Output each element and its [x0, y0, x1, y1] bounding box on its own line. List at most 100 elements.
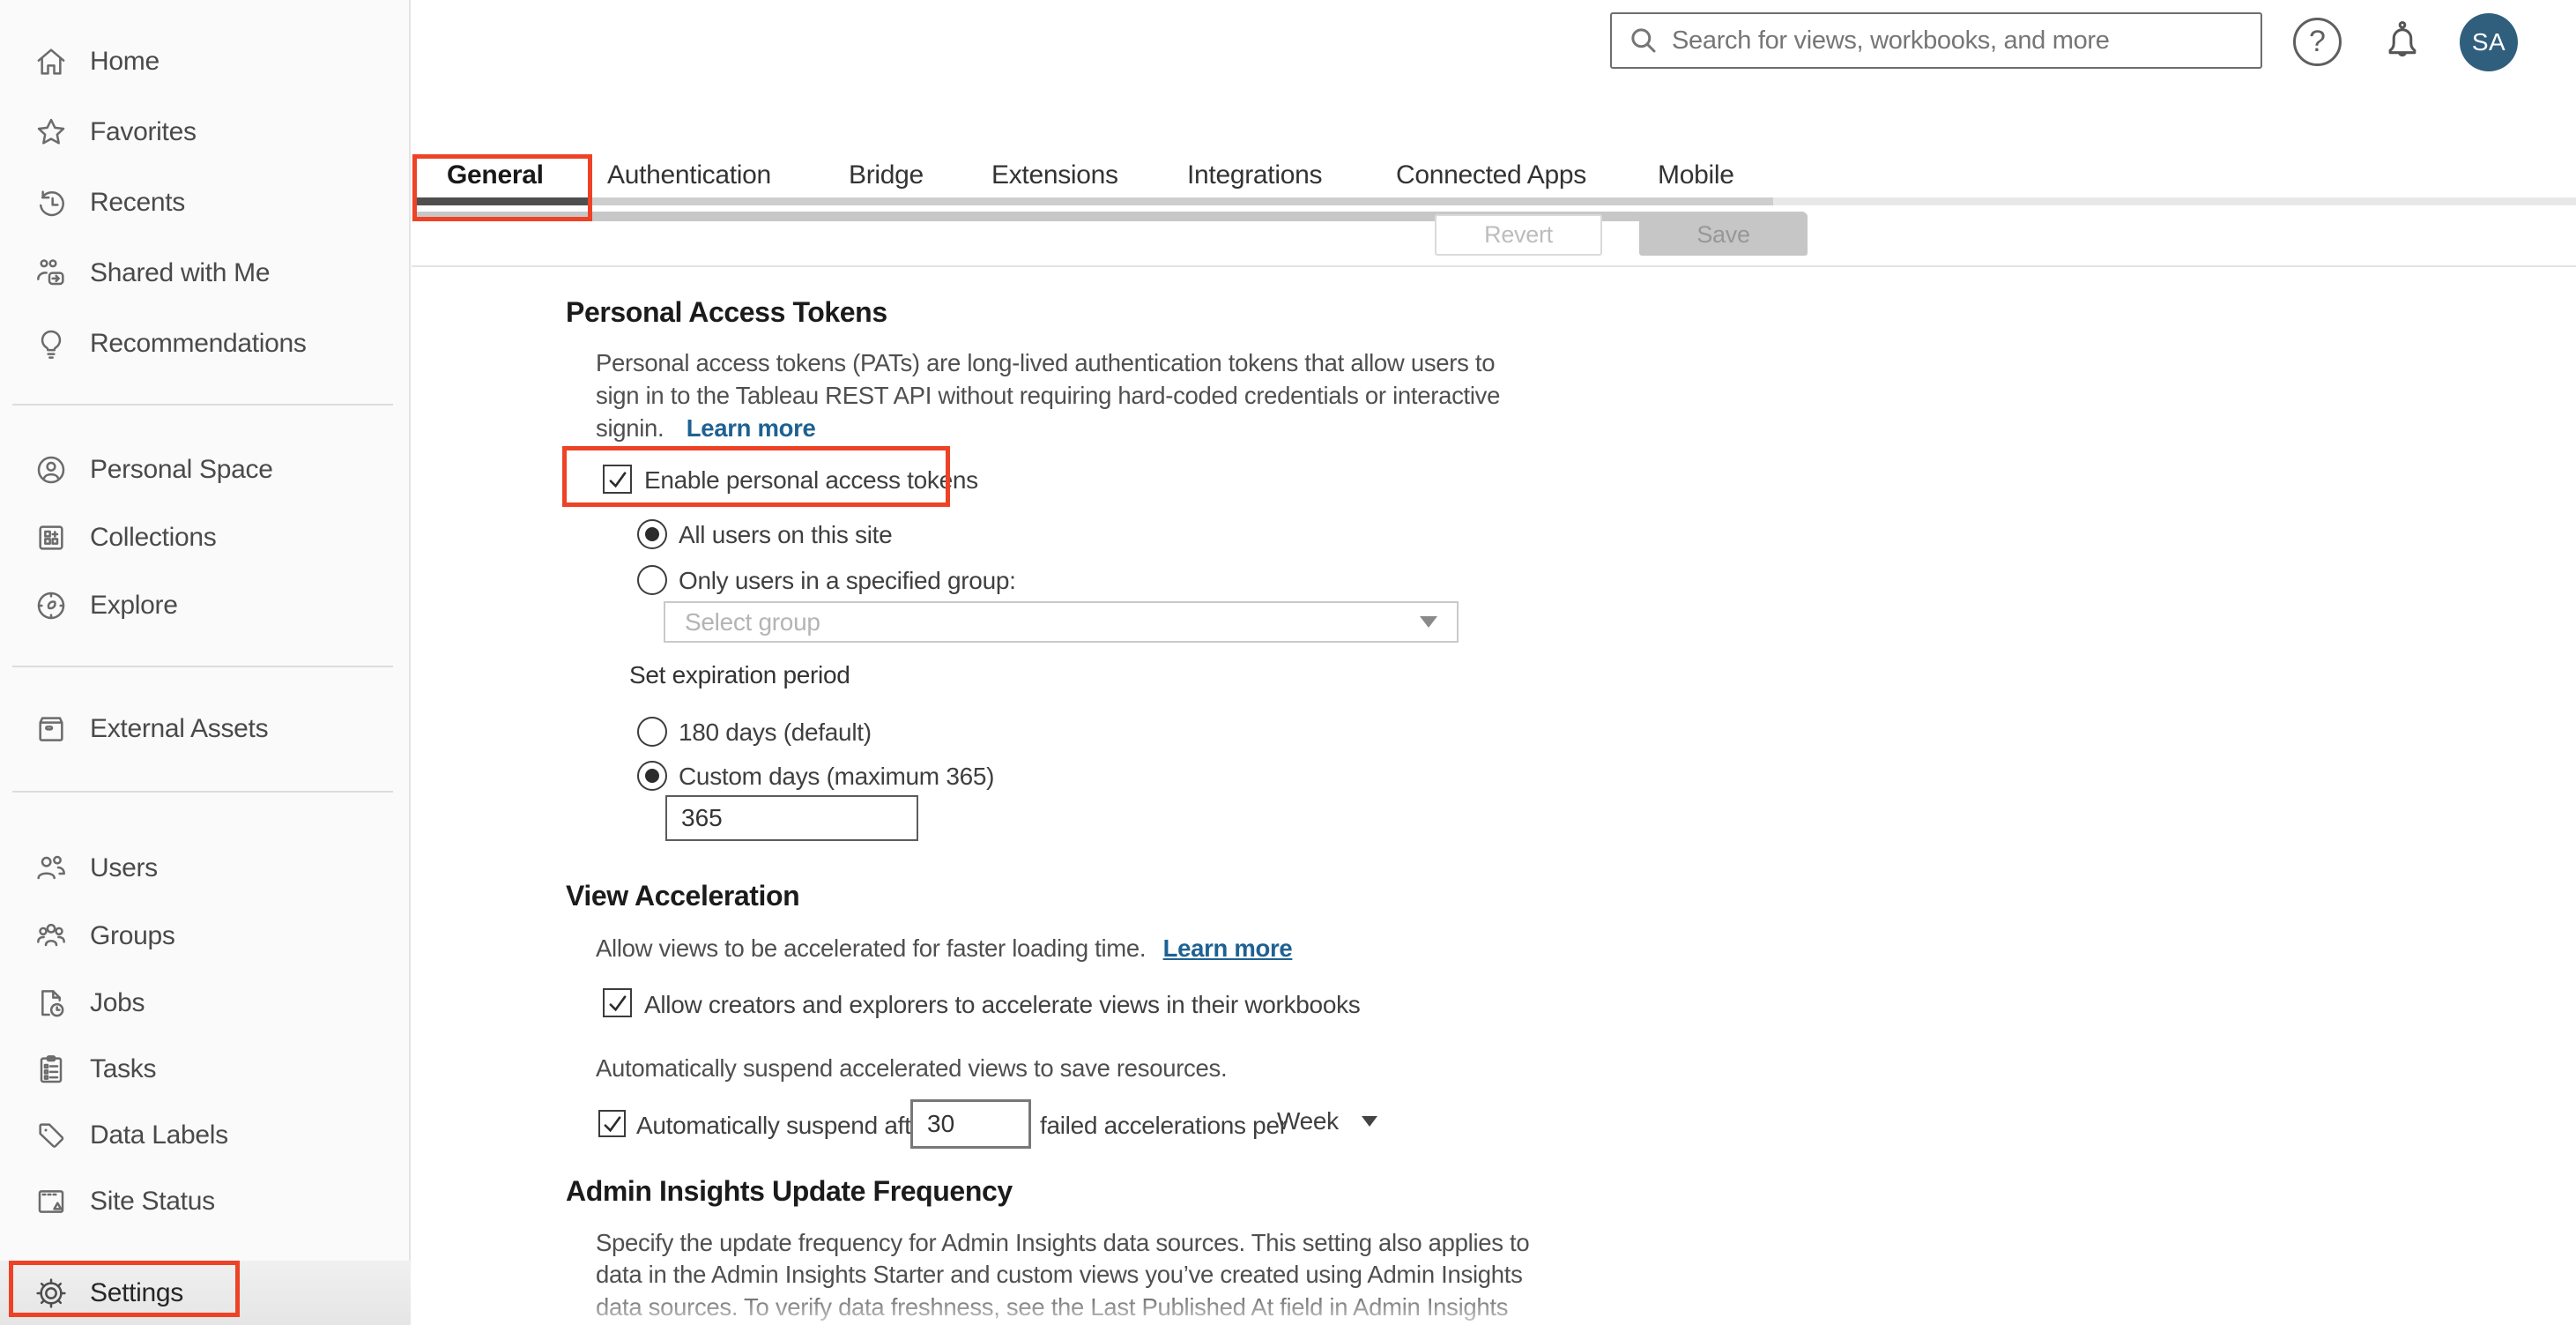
sidebar-item-jobs[interactable]: Jobs: [0, 970, 411, 1037]
sidebar-divider: [12, 666, 393, 667]
radio-custom-days-label[interactable]: Custom days (maximum 365): [679, 763, 994, 791]
view-acceleration-learn-more-link[interactable]: Learn more: [1163, 934, 1293, 962]
admin-insights-description-line: data sources. To verify data freshness, …: [596, 1293, 1509, 1321]
sidebar-item-label: Favorites: [90, 117, 197, 146]
document-clock-icon: [33, 986, 69, 1021]
sidebar-divider: [12, 791, 393, 793]
sidebar-item-recommendations[interactable]: Recommendations: [0, 310, 411, 377]
users-icon: [33, 851, 69, 886]
tab-authentication[interactable]: Authentication: [607, 160, 771, 190]
sidebar-item-recents[interactable]: Recents: [0, 169, 411, 236]
sidebar-item-data-labels[interactable]: Data Labels: [0, 1102, 411, 1169]
revert-button[interactable]: Revert: [1435, 214, 1602, 256]
tab-connected-apps[interactable]: Connected Apps: [1396, 160, 1586, 190]
sidebar-item-label: Recents: [90, 188, 185, 217]
sidebar-item-label: Collections: [90, 523, 217, 552]
shared-people-icon: [33, 256, 69, 291]
save-button[interactable]: Save: [1639, 213, 1808, 256]
tab-bridge[interactable]: Bridge: [849, 160, 924, 190]
failed-accelerations-input[interactable]: [910, 1099, 1031, 1149]
section-title-personal-access-tokens: Personal Access Tokens: [566, 296, 887, 328]
section-title-admin-insights: Admin Insights Update Frequency: [566, 1175, 1013, 1207]
allow-acceleration-checkbox[interactable]: [603, 988, 632, 1017]
sidebar-item-label: Data Labels: [90, 1120, 228, 1150]
compass-icon: [33, 588, 69, 623]
period-dropdown[interactable]: Week: [1277, 1107, 1377, 1135]
tag-icon: [33, 1118, 69, 1153]
checkmark-icon: [609, 471, 626, 488]
sidebar-item-label: Tasks: [90, 1054, 157, 1083]
sidebar-item-favorites[interactable]: Favorites: [0, 99, 411, 166]
period-dropdown-value: Week: [1277, 1107, 1339, 1135]
sidebar-item-label: Shared with Me: [90, 258, 271, 287]
auto-suspend-suffix-label: failed accelerations per: [1040, 1112, 1288, 1139]
auto-suspend-checkbox[interactable]: [598, 1110, 626, 1137]
sidebar-item-label: Personal Space: [90, 455, 273, 484]
radio-all-users-label[interactable]: All users on this site: [679, 521, 893, 549]
sidebar-item-users[interactable]: Users: [0, 835, 411, 902]
sidebar-item-explore[interactable]: Explore: [0, 572, 411, 639]
view-acceleration-description: Allow views to be accelerated for faster…: [596, 934, 1293, 962]
chevron-down-icon: [1420, 616, 1437, 628]
selected-tab-indicator: [414, 197, 592, 205]
sidebar-item-tasks[interactable]: Tasks: [0, 1036, 411, 1103]
sidebar-item-label: Explore: [90, 591, 178, 620]
notifications-bell-icon[interactable]: [2379, 19, 2425, 66]
search-icon: [1631, 28, 1656, 53]
admin-insights-description-line: Specify the update frequency for Admin I…: [596, 1229, 1530, 1256]
sidebar-item-label: Groups: [90, 921, 175, 950]
sidebar-item-groups[interactable]: Groups: [0, 903, 411, 970]
gear-icon: [33, 1276, 69, 1311]
custom-days-input[interactable]: [665, 795, 918, 841]
sidebar-item-settings[interactable]: Settings: [0, 1261, 411, 1325]
radio-specified-group[interactable]: [637, 565, 667, 595]
sidebar-item-shared-with-me[interactable]: Shared with Me: [0, 240, 411, 307]
tab-underline-track-end: [1773, 197, 2576, 205]
pat-learn-more-link[interactable]: Learn more: [687, 414, 816, 442]
group-select-placeholder: Select group: [685, 607, 820, 636]
clipboard-list-icon: [33, 1052, 69, 1087]
allow-acceleration-checkbox-label[interactable]: Allow creators and explorers to accelera…: [644, 991, 1361, 1019]
enable-pat-checkbox[interactable]: [603, 465, 632, 494]
sidebar-item-label: Home: [90, 47, 160, 76]
tab-integrations[interactable]: Integrations: [1187, 160, 1322, 190]
radio-180-days-label[interactable]: 180 days (default): [679, 718, 872, 747]
tableau-settings-page: Home Favorites Recents Shared with Me Re: [0, 0, 2576, 1325]
search-placeholder: Search for views, workbooks, and more: [1672, 26, 2110, 55]
admin-insights-description-line: data in the Admin Insights Starter and c…: [596, 1261, 1523, 1288]
history-clock-icon: [33, 185, 69, 220]
suspend-description: Automatically suspend accelerated views …: [596, 1054, 1228, 1082]
group-select[interactable]: Select group: [664, 601, 1459, 643]
home-icon: [33, 44, 69, 79]
tab-general[interactable]: General: [447, 160, 544, 190]
archive-box-icon: [33, 711, 69, 747]
checkmark-icon: [604, 1115, 620, 1132]
pat-description-line: Personal access tokens (PATs) are long-l…: [596, 349, 1496, 376]
sidebar-item-collections[interactable]: Collections: [0, 504, 411, 571]
sidebar-item-label: Users: [90, 853, 158, 882]
star-icon: [33, 115, 69, 150]
search-input[interactable]: Search for views, workbooks, and more: [1610, 12, 2262, 69]
radio-180-days[interactable]: [637, 717, 667, 747]
help-icon[interactable]: ?: [2293, 18, 2342, 66]
sidebar-item-label: Site Status: [90, 1187, 215, 1216]
collections-grid-icon: [33, 520, 69, 555]
sidebar-item-external-assets[interactable]: External Assets: [0, 696, 411, 763]
tab-mobile[interactable]: Mobile: [1658, 160, 1734, 190]
user-avatar[interactable]: SA: [2460, 13, 2518, 71]
sidebar-divider: [12, 404, 393, 406]
sidebar-item-home[interactable]: Home: [0, 28, 411, 95]
sidebar-item-site-status[interactable]: Site Status: [0, 1168, 411, 1235]
radio-all-users[interactable]: [637, 519, 667, 549]
section-title-view-acceleration: View Acceleration: [566, 880, 800, 912]
tab-extensions[interactable]: Extensions: [991, 160, 1118, 190]
chevron-down-icon: [1361, 1116, 1377, 1127]
sidebar-item-personal-space[interactable]: Personal Space: [0, 436, 411, 503]
sidebar: Home Favorites Recents Shared with Me Re: [0, 0, 411, 1325]
radio-custom-days[interactable]: [637, 761, 667, 791]
auto-suspend-prefix-label[interactable]: Automatically suspend after: [636, 1112, 932, 1140]
sidebar-item-label: Settings: [90, 1277, 183, 1307]
enable-pat-checkbox-label[interactable]: Enable personal access tokens: [644, 466, 978, 495]
radio-specified-group-label[interactable]: Only users in a specified group:: [679, 567, 1016, 595]
sidebar-item-label: Recommendations: [90, 329, 307, 358]
